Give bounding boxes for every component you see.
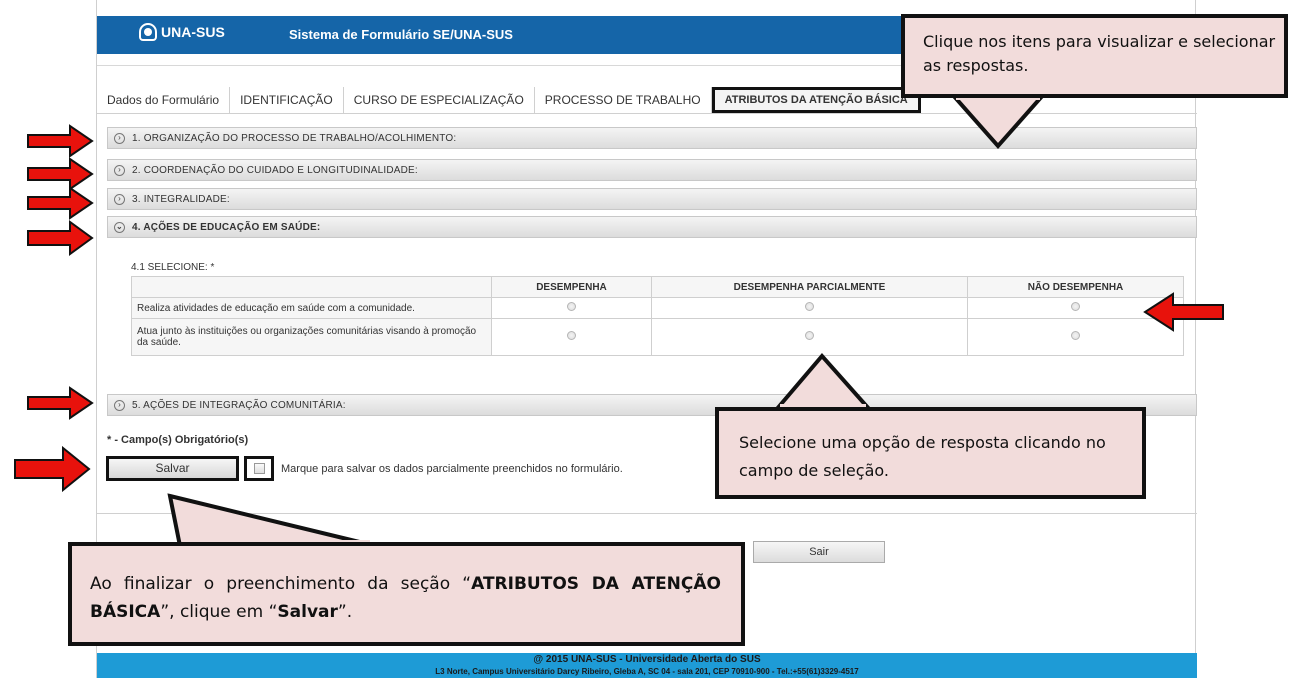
table-row: Realiza atividades de educação em saúde …	[131, 297, 1184, 319]
form-tabs: Dados do Formulário IDENTIFICAÇÃO CURSO …	[97, 87, 921, 113]
cell-desempenha	[491, 297, 652, 319]
callout-select-option: Selecione uma opção de resposta clicando…	[715, 407, 1146, 499]
tab-atributos-da-atencao-basica[interactable]: ATRIBUTOS DA ATENÇÃO BÁSICA	[711, 87, 921, 113]
column-header-desempenha-parcialmente: DESEMPENHA PARCIALMENTE	[651, 276, 968, 298]
required-fields-note: * - Campo(s) Obrigatório(s)	[107, 434, 249, 446]
section-4-label: 4. AÇÕES DE EDUCAÇÃO EM SAÚDE:	[132, 221, 321, 233]
page-footer: @ 2015 UNA-SUS - Universidade Aberta do …	[97, 653, 1197, 678]
callout-bottom-pointer	[167, 493, 377, 550]
guide-arrow-right-icon	[27, 220, 94, 256]
radio-desempenha[interactable]	[567, 331, 576, 340]
section-2-header[interactable]: › 2. COORDENAÇÃO DO CUIDADO E LONGITUDIN…	[107, 159, 1197, 181]
cell-desempenha-parcialmente	[651, 318, 968, 356]
radio-desempenha-parcialmente[interactable]	[805, 331, 814, 340]
callout-click-items: Clique nos itens para visualizar e selec…	[901, 14, 1288, 98]
row-statement: Atua junto às instituições ou organizaçõ…	[131, 318, 492, 356]
column-header-statement	[131, 276, 492, 298]
guide-arrow-right-icon	[14, 446, 91, 492]
section-1-label: 1. ORGANIZAÇÃO DO PROCESSO DE TRABALHO/A…	[132, 132, 457, 144]
callout-save-instruction: Ao finalizar o preenchimento da seção “A…	[68, 542, 745, 646]
guide-arrow-right-icon	[27, 186, 94, 220]
radio-nao-desempenha[interactable]	[1071, 331, 1080, 340]
question-4-1-label: 4.1 SELECIONE: *	[131, 262, 215, 273]
logo-icon	[139, 23, 157, 41]
row-statement: Realiza atividades de educação em saúde …	[131, 297, 492, 319]
callout-top-pointer	[947, 92, 1049, 150]
footer-line-1: @ 2015 UNA-SUS - Universidade Aberta do …	[533, 654, 761, 665]
radio-desempenha-parcialmente[interactable]	[805, 302, 814, 311]
guide-arrow-right-icon	[27, 386, 94, 420]
section-4-header[interactable]: ⌄ 4. AÇÕES DE EDUCAÇÃO EM SAÚDE:	[107, 216, 1197, 238]
section-5-label: 5. AÇÕES DE INTEGRAÇÃO COMUNITÁRIA:	[132, 399, 346, 411]
callout-bottom-text-1: Ao finalizar o preenchimento da seção “	[90, 574, 472, 594]
partial-save-checkbox[interactable]	[253, 463, 265, 474]
tab-identificacao[interactable]: IDENTIFICAÇÃO	[230, 87, 344, 113]
callout-middle-pointer	[771, 352, 875, 414]
tab-processo-de-trabalho[interactable]: PROCESSO DE TRABALHO	[535, 87, 712, 113]
section-3-label: 3. INTEGRALIDADE:	[132, 193, 230, 205]
una-sus-logo: UNA-SUS	[139, 23, 225, 41]
section-2-label: 2. COORDENAÇÃO DO CUIDADO E LONGITUDINAL…	[132, 164, 418, 176]
callout-bottom-text-3: ”.	[337, 602, 353, 622]
callout-top-text: Clique nos itens para visualizar e selec…	[923, 32, 1276, 75]
logo-text: UNA-SUS	[161, 24, 225, 40]
radio-desempenha[interactable]	[567, 302, 576, 311]
column-header-desempenha: DESEMPENHA	[491, 276, 652, 298]
section-3-header[interactable]: › 3. INTEGRALIDADE:	[107, 188, 1197, 210]
chevron-right-icon: ›	[114, 193, 125, 205]
guide-arrow-right-icon	[27, 124, 94, 158]
tab-curso-de-especializacao[interactable]: CURSO DE ESPECIALIZAÇÃO	[344, 87, 535, 113]
chevron-right-icon: ›	[114, 132, 125, 144]
table-header-row: DESEMPENHA DESEMPENHA PARCIALMENTE NÃO D…	[131, 276, 1184, 298]
footer-line-2: L3 Norte, Campus Universitário Darcy Rib…	[435, 667, 859, 676]
save-button[interactable]: Salvar	[106, 456, 239, 481]
system-title: Sistema de Formulário SE/UNA-SUS	[289, 27, 513, 42]
radio-nao-desempenha[interactable]	[1071, 302, 1080, 311]
callout-middle-text: Selecione uma opção de resposta clicando…	[739, 433, 1106, 480]
partial-save-checkbox-frame	[244, 456, 274, 481]
chevron-right-icon: ›	[114, 399, 125, 411]
chevron-right-icon: ›	[114, 164, 125, 176]
cell-desempenha	[491, 318, 652, 356]
exit-button[interactable]: Sair	[753, 541, 885, 563]
table-row: Atua junto às instituições ou organizaçõ…	[131, 318, 1184, 356]
guide-arrow-left-icon	[1143, 292, 1224, 332]
cell-desempenha-parcialmente	[651, 297, 968, 319]
chevron-down-icon: ⌄	[114, 221, 125, 233]
tab-dados-do-formulario[interactable]: Dados do Formulário	[97, 87, 231, 113]
question-4-1-table: DESEMPENHA DESEMPENHA PARCIALMENTE NÃO D…	[131, 276, 1184, 356]
callout-bottom-text-2: ”, clique em “	[160, 602, 278, 622]
callout-bottom-bold-2: Salvar	[277, 602, 338, 622]
partial-save-label: Marque para salvar os dados parcialmente…	[281, 463, 623, 475]
